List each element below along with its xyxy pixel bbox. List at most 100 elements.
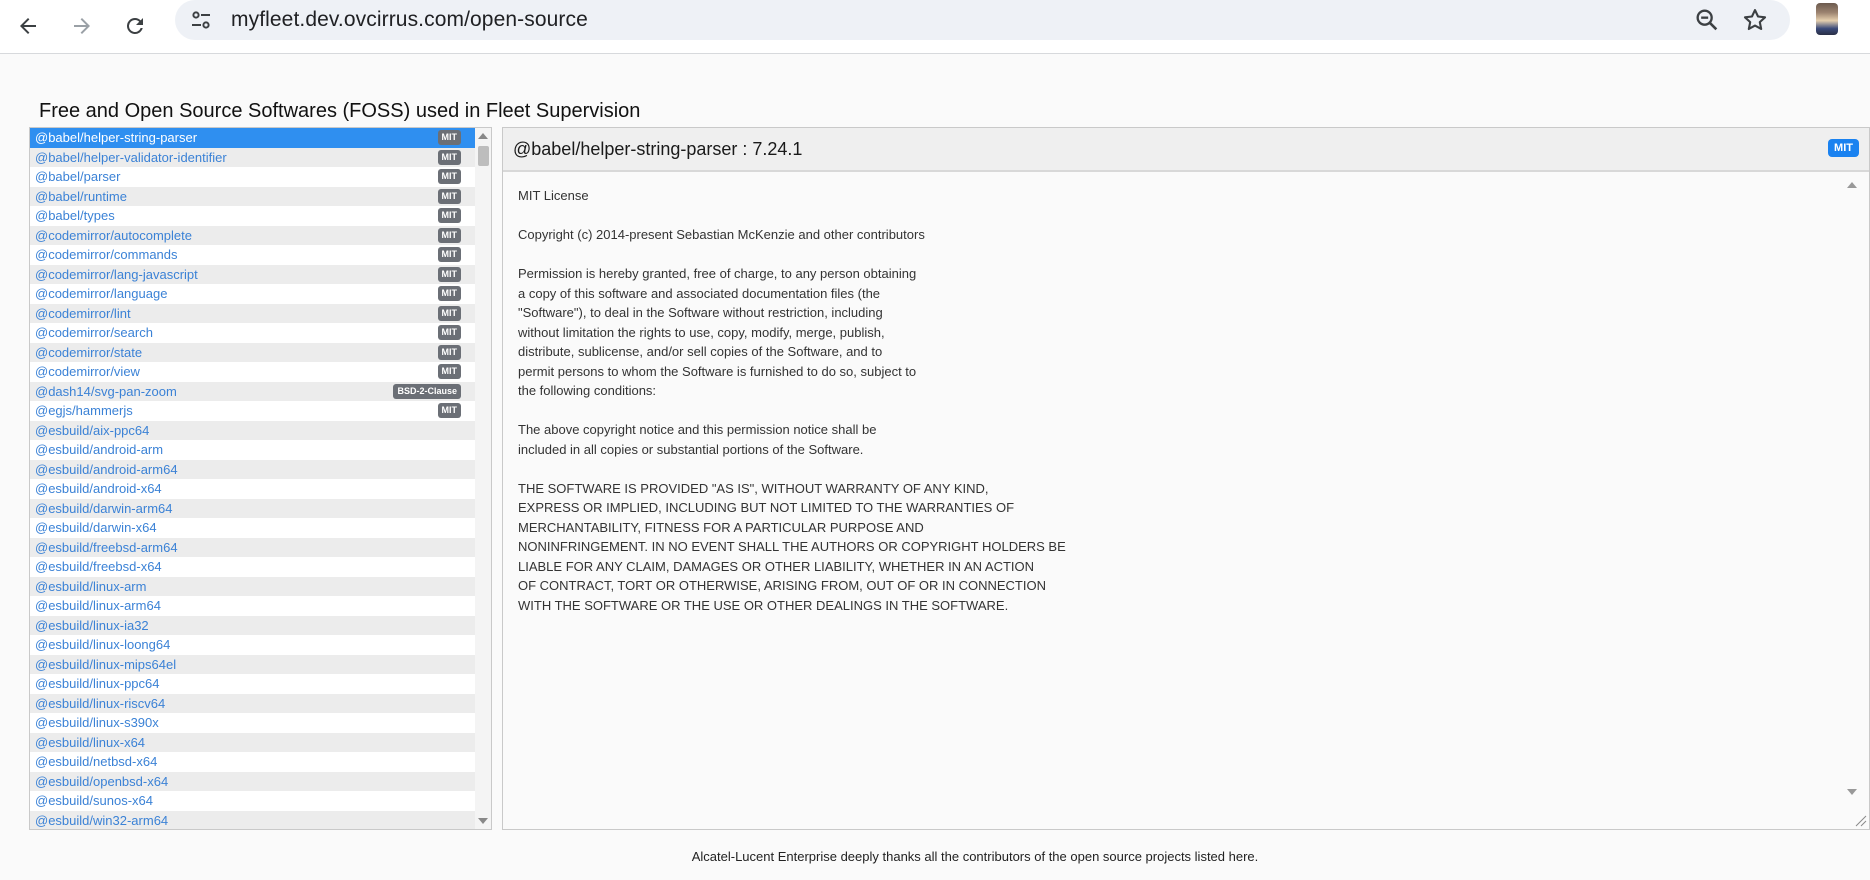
package-name[interactable]: @esbuild/linux-loong64 (35, 637, 170, 652)
reload-icon (126, 17, 143, 34)
text-scroll-down-arrow[interactable] (1847, 789, 1857, 795)
package-name[interactable]: @egjs/hammerjs (35, 403, 133, 418)
package-row[interactable]: @codemirror/state MIT (30, 342, 475, 362)
package-name[interactable]: @babel/types (35, 208, 115, 223)
text-scroll-up-arrow[interactable] (1847, 182, 1857, 188)
address-bar[interactable]: myfleet.dev.ovcirrus.com/open-source (175, 0, 1790, 40)
package-name[interactable]: @codemirror/view (35, 364, 140, 379)
package-name[interactable]: @esbuild/aix-ppc64 (35, 423, 149, 438)
package-name[interactable]: @esbuild/darwin-x64 (35, 520, 157, 535)
package-row[interactable]: @dash14/svg-pan-zoom BSD-2-Clause (30, 381, 475, 401)
package-name[interactable]: @codemirror/autocomplete (35, 228, 192, 243)
detail-header: @babel/helper-string-parser : 7.24.1 MIT (503, 128, 1869, 172)
package-row[interactable]: @esbuild/linux-riscv64 (30, 693, 475, 713)
package-name[interactable]: @codemirror/state (35, 345, 142, 360)
page-title: Free and Open Source Softwares (FOSS) us… (39, 100, 641, 122)
package-name[interactable]: @esbuild/openbsd-x64 (35, 774, 168, 789)
package-name[interactable]: @esbuild/linux-riscv64 (35, 696, 165, 711)
package-row[interactable]: @esbuild/darwin-arm64 (30, 498, 475, 518)
package-row[interactable]: @esbuild/linux-s390x (30, 713, 475, 733)
reload-button[interactable] (115, 6, 155, 46)
package-row[interactable]: @esbuild/android-arm64 (30, 459, 475, 479)
package-list-panel: @babel/helper-string-parser MIT @babel/hel… (29, 127, 492, 830)
license-tag: BSD-2-Clause (393, 383, 461, 399)
package-name[interactable]: @dash14/svg-pan-zoom (35, 384, 177, 399)
tune-icon[interactable] (189, 8, 213, 32)
star-icon[interactable] (1741, 6, 1769, 34)
package-row[interactable]: @codemirror/view MIT (30, 362, 475, 382)
package-row[interactable]: @babel/types MIT (30, 206, 475, 226)
package-row[interactable]: @codemirror/commands MIT (30, 245, 475, 265)
package-name[interactable]: @esbuild/linux-s390x (35, 715, 159, 730)
package-row[interactable]: @babel/runtime MIT (30, 186, 475, 206)
package-row[interactable]: @esbuild/darwin-x64 (30, 518, 475, 538)
license-tag: MIT (437, 286, 461, 302)
profile-avatar[interactable] (1816, 3, 1838, 35)
package-name[interactable]: @codemirror/lint (35, 306, 131, 321)
package-row[interactable]: @codemirror/language MIT (30, 284, 475, 304)
license-tag: MIT (437, 169, 461, 185)
package-row[interactable]: @babel/parser MIT (30, 167, 475, 187)
package-row[interactable]: @esbuild/linux-loong64 (30, 635, 475, 655)
package-name[interactable]: @codemirror/language (35, 286, 167, 301)
package-name[interactable]: @codemirror/search (35, 325, 153, 340)
package-row[interactable]: @esbuild/linux-arm (30, 576, 475, 596)
scroll-up-arrow[interactable] (478, 133, 488, 139)
package-name[interactable]: @esbuild/android-x64 (35, 481, 162, 496)
package-name[interactable]: @esbuild/linux-arm (35, 579, 146, 594)
package-name[interactable]: @esbuild/linux-arm64 (35, 598, 161, 613)
package-name[interactable]: @esbuild/android-arm64 (35, 462, 178, 477)
package-row[interactable]: @esbuild/win32-arm64 (30, 810, 475, 829)
package-name[interactable]: @babel/runtime (35, 189, 127, 204)
resize-handle-icon[interactable] (1853, 813, 1867, 827)
back-button[interactable] (8, 6, 48, 46)
package-row[interactable]: @codemirror/search MIT (30, 323, 475, 343)
package-row[interactable]: @codemirror/lang-javascript MIT (30, 264, 475, 284)
url-text[interactable]: myfleet.dev.ovcirrus.com/open-source (231, 8, 588, 32)
package-row[interactable]: @codemirror/lint MIT (30, 303, 475, 323)
package-row[interactable]: @esbuild/linux-ia32 (30, 615, 475, 635)
zoom-out-icon[interactable] (1693, 6, 1721, 34)
package-name[interactable]: @esbuild/linux-mips64el (35, 657, 176, 672)
package-row[interactable]: @esbuild/android-x64 (30, 479, 475, 499)
package-list: @babel/helper-string-parser MIT @babel/hel… (30, 128, 475, 829)
package-name[interactable]: @esbuild/freebsd-x64 (35, 559, 162, 574)
license-tag: MIT (437, 305, 461, 321)
package-name[interactable]: @esbuild/freebsd-arm64 (35, 540, 178, 555)
package-row[interactable]: @esbuild/linux-arm64 (30, 596, 475, 616)
package-list-scrollbar[interactable] (475, 128, 491, 829)
package-name[interactable]: @esbuild/android-arm (35, 442, 163, 457)
package-name[interactable]: @codemirror/lang-javascript (35, 267, 198, 282)
package-row[interactable]: @esbuild/linux-mips64el (30, 654, 475, 674)
forward-button[interactable] (62, 6, 102, 46)
package-row[interactable]: @esbuild/aix-ppc64 (30, 420, 475, 440)
license-tag: MIT (437, 344, 461, 360)
package-row[interactable]: @esbuild/netbsd-x64 (30, 752, 475, 772)
package-name[interactable]: @babel/helper-string-parser (35, 130, 197, 145)
package-row[interactable]: @babel/helper-validator-identifier MIT (30, 147, 475, 167)
package-name[interactable]: @esbuild/win32-arm64 (35, 813, 168, 828)
package-row[interactable]: @esbuild/android-arm (30, 440, 475, 460)
scrollbar-thumb[interactable] (478, 146, 489, 166)
package-row[interactable]: @esbuild/freebsd-arm64 (30, 537, 475, 557)
package-name[interactable]: @esbuild/darwin-arm64 (35, 501, 172, 516)
package-name[interactable]: @esbuild/linux-x64 (35, 735, 145, 750)
scroll-down-arrow[interactable] (478, 818, 488, 824)
package-row[interactable]: @egjs/hammerjs MIT (30, 401, 475, 421)
package-name[interactable]: @babel/parser (35, 169, 120, 184)
package-name[interactable]: @esbuild/netbsd-x64 (35, 754, 157, 769)
package-name[interactable]: @codemirror/commands (35, 247, 178, 262)
package-name[interactable]: @esbuild/linux-ppc64 (35, 676, 160, 691)
package-name[interactable]: @babel/helper-validator-identifier (35, 150, 227, 165)
license-text[interactable]: MIT License Copyright (c) 2014-present S… (518, 186, 1066, 615)
package-row[interactable]: @esbuild/linux-ppc64 (30, 674, 475, 694)
package-row[interactable]: @babel/helper-string-parser MIT (30, 128, 475, 148)
package-name[interactable]: @esbuild/linux-ia32 (35, 618, 149, 633)
package-name[interactable]: @esbuild/sunos-x64 (35, 793, 153, 808)
package-row[interactable]: @codemirror/autocomplete MIT (30, 225, 475, 245)
license-tag: MIT (437, 188, 461, 204)
package-row[interactable]: @esbuild/openbsd-x64 (30, 771, 475, 791)
package-row[interactable]: @esbuild/freebsd-x64 (30, 557, 475, 577)
package-row[interactable]: @esbuild/linux-x64 (30, 732, 475, 752)
package-row[interactable]: @esbuild/sunos-x64 (30, 791, 475, 811)
